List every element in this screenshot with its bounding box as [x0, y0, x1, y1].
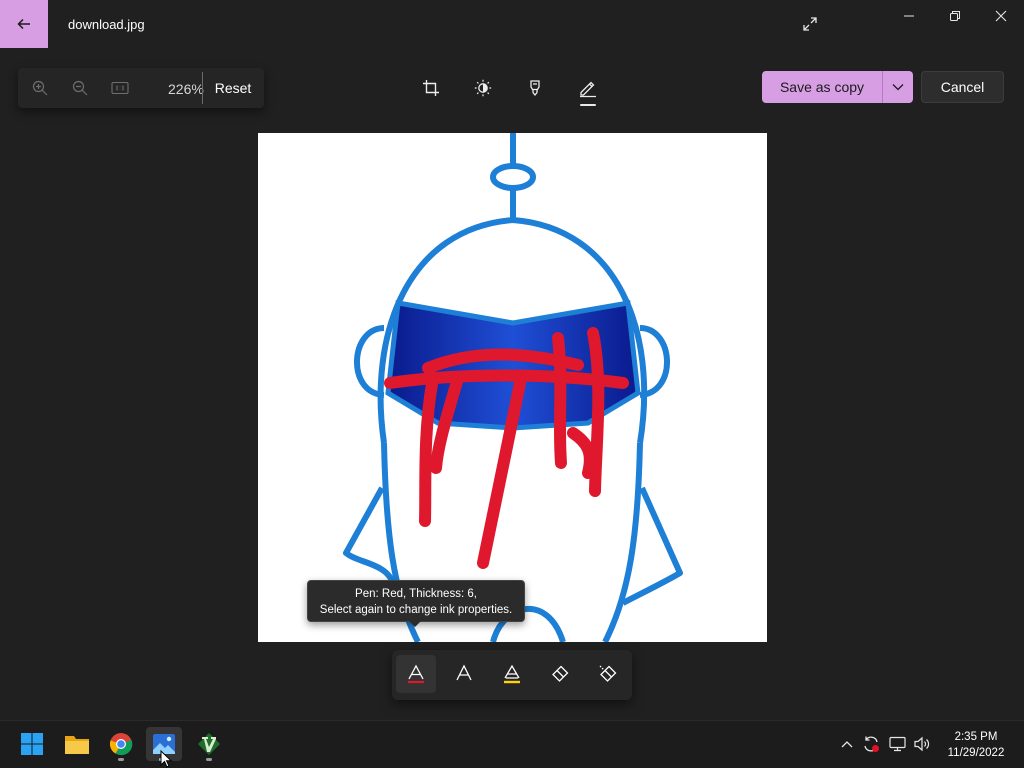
network-icon	[889, 736, 906, 752]
zoom-out-button[interactable]	[66, 74, 94, 102]
minimize-button[interactable]	[886, 0, 932, 32]
restore-button[interactable]	[932, 0, 978, 32]
tooltip-line-2: Select again to change ink properties.	[319, 604, 513, 616]
divider	[202, 72, 203, 104]
close-icon	[995, 10, 1007, 22]
clear-all-ink-icon	[599, 665, 617, 682]
windows-logo-icon	[21, 733, 43, 755]
highlighter-icon	[504, 664, 520, 684]
running-indicator	[118, 758, 124, 761]
arrow-left-icon	[17, 18, 30, 30]
active-tool-indicator	[580, 104, 596, 106]
sync-status-button[interactable]	[860, 733, 882, 755]
start-button[interactable]	[14, 727, 50, 761]
clock-time: 2:35 PM	[954, 731, 998, 743]
network-button[interactable]	[887, 733, 909, 755]
highlighter-button[interactable]	[492, 655, 532, 693]
file-title: download.jpg	[68, 17, 145, 32]
save-as-copy-button[interactable]: Save as copy	[762, 71, 882, 103]
tooltip-line-1: Pen: Red, Thickness: 6,	[355, 588, 477, 600]
zoom-level: 226%	[168, 81, 204, 97]
eraser-button[interactable]	[540, 655, 580, 693]
cancel-button[interactable]: Cancel	[921, 71, 1004, 103]
vim-icon	[198, 733, 220, 755]
sync-icon	[864, 736, 879, 752]
pen-tooltip: Pen: Red, Thickness: 6, Select again to …	[307, 580, 525, 622]
actual-size-button[interactable]	[106, 74, 134, 102]
brightness-icon	[474, 79, 492, 97]
close-button[interactable]	[978, 0, 1024, 32]
running-indicator	[206, 758, 212, 761]
crop-button[interactable]	[417, 74, 445, 102]
chrome-icon	[109, 733, 133, 756]
taskbar-chrome[interactable]	[103, 727, 139, 761]
pen-icon	[456, 664, 472, 681]
crop-icon	[423, 80, 439, 96]
zoom-out-icon	[72, 80, 88, 96]
save-options-dropdown[interactable]	[882, 71, 913, 103]
tooltip-tail	[409, 621, 421, 627]
reset-button[interactable]: Reset	[210, 74, 256, 102]
draw-button[interactable]	[574, 74, 602, 102]
folder-icon	[65, 736, 89, 754]
speaker-icon	[914, 736, 930, 752]
image-canvas[interactable]	[258, 133, 767, 642]
clock[interactable]: 2:35 PM 11/29/2022	[940, 729, 1012, 761]
eraser-icon	[552, 665, 569, 682]
pen-red-button[interactable]	[396, 655, 436, 693]
chevron-down-icon	[892, 84, 904, 91]
clear-ink-button[interactable]	[588, 655, 628, 693]
mouse-cursor-icon	[160, 750, 173, 768]
ink-toolbar	[392, 650, 632, 700]
minimize-icon	[904, 15, 914, 17]
zoom-toolbar: 226% Reset	[18, 68, 264, 108]
clock-date: 11/29/2022	[947, 747, 1005, 759]
show-hidden-icons-button[interactable]	[836, 733, 858, 755]
expand-icon	[803, 17, 817, 31]
markup-icon	[530, 80, 540, 97]
adjust-button[interactable]	[469, 74, 497, 102]
chevron-up-icon	[841, 741, 853, 748]
pen-white-button[interactable]	[444, 655, 484, 693]
markup-button[interactable]	[521, 74, 549, 102]
restore-icon	[950, 11, 960, 21]
zoom-in-icon	[32, 80, 48, 96]
taskbar-vim[interactable]	[191, 727, 227, 761]
taskbar-file-explorer[interactable]	[59, 727, 95, 761]
draw-icon	[580, 81, 596, 98]
actual-size-icon	[111, 81, 129, 95]
fullscreen-button[interactable]	[792, 8, 828, 40]
photo-content	[343, 133, 683, 642]
pen-red-icon	[408, 664, 424, 684]
zoom-in-button[interactable]	[26, 74, 54, 102]
back-button[interactable]	[0, 0, 48, 48]
volume-button[interactable]	[911, 733, 933, 755]
